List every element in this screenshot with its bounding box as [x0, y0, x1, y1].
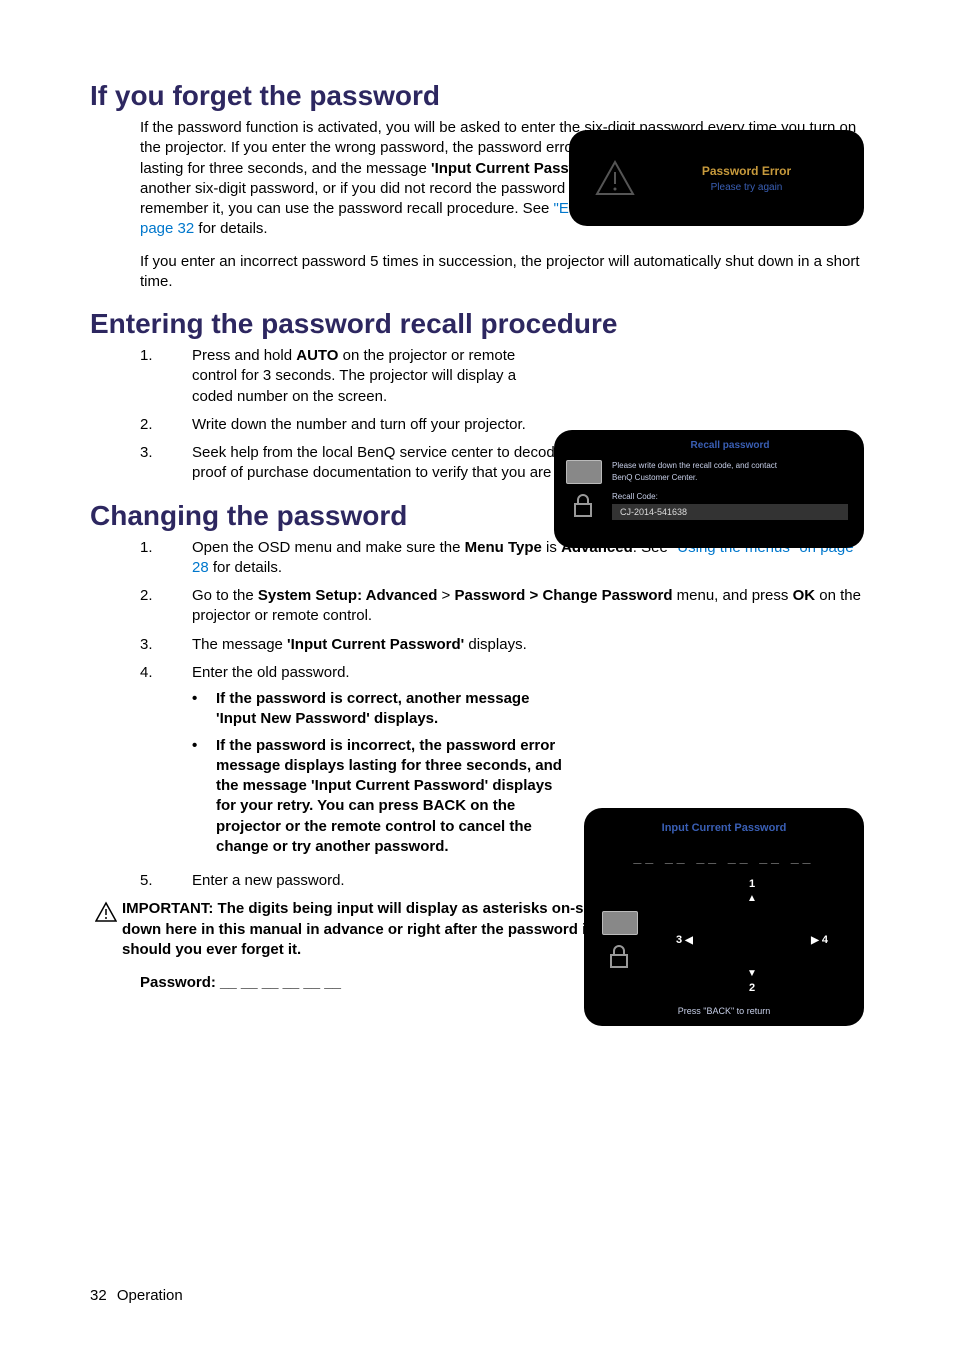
dpad-left: 3◀ [676, 934, 693, 946]
digit: 1 [749, 878, 755, 890]
back-instruction: Press "BACK" to return [602, 1006, 846, 1016]
step-number: 3. [140, 443, 192, 484]
ticket-icon [566, 460, 602, 484]
ok-label: OK [793, 587, 816, 604]
arrow-right-icon: ▶ [811, 935, 819, 946]
text: > [437, 587, 454, 604]
step-number: 1. [140, 346, 192, 407]
input-password-title: Input Current Password [602, 822, 846, 834]
footer-label: Operation [117, 1287, 183, 1304]
recall-title: Recall password [612, 440, 848, 451]
menu-type-label: Menu Type [465, 539, 542, 556]
password-path-label: Password > Change Password [454, 587, 672, 604]
error-title: Password Error [655, 164, 838, 178]
text: for details. [194, 220, 267, 237]
step-number: 5. [140, 871, 192, 891]
recall-password-panel: Recall password Please write down the re… [554, 430, 864, 548]
text: menu, and press [672, 587, 792, 604]
text: Go to the [192, 587, 258, 604]
dpad-right: ▶4 [811, 934, 828, 946]
error-subtitle: Please try again [655, 182, 838, 193]
step-number: 2. [140, 415, 192, 435]
ticket-icon [602, 911, 638, 935]
digit: 2 [749, 982, 755, 994]
dpad-up: 1▲ [747, 878, 757, 904]
text: If the password is incorrect, the passwo… [216, 736, 564, 858]
password-error-panel: Password Error Please try again [569, 130, 864, 226]
text: The message [192, 636, 287, 653]
bullet-icon: • [192, 689, 216, 730]
text: Press and hold [192, 347, 296, 364]
bullet-item: •If the password is incorrect, the passw… [192, 736, 564, 858]
step-number: 1. [140, 538, 192, 579]
page-footer: 32 Operation [90, 1287, 183, 1304]
system-setup-label: System Setup: Advanced [258, 587, 438, 604]
step-number: 4. [140, 663, 192, 863]
forget-password-paragraph-2: If you enter an incorrect password 5 tim… [140, 252, 864, 293]
recall-code-value: CJ-2014-541638 [612, 504, 848, 520]
recall-line2: BenQ Customer Center. [612, 473, 848, 482]
heading-forget-password: If you forget the password [90, 80, 864, 112]
arrow-down-icon: ▼ [747, 968, 757, 979]
text: Open the OSD menu and make sure the [192, 539, 465, 556]
caution-triangle-icon [90, 899, 122, 923]
list-item: 3. The message 'Input Current Password' … [140, 635, 864, 655]
list-item: 1. Press and hold AUTO on the projector … [140, 346, 864, 407]
arrow-left-icon: ◀ [685, 935, 693, 946]
recall-code-label: Recall Code: [612, 492, 848, 501]
recall-line1: Please write down the recall code, and c… [612, 461, 848, 470]
arrow-up-icon: ▲ [747, 893, 757, 904]
bullet-item: •If the password is correct, another mes… [192, 689, 564, 730]
step-number: 2. [140, 586, 192, 627]
list-item: 2. Go to the System Setup: Advanced > Pa… [140, 586, 864, 627]
lock-icon [570, 492, 596, 518]
lock-icon [606, 943, 632, 969]
direction-pad: 1▲ 2▼ 3◀ ▶4 [658, 878, 846, 1002]
password-dashes: __ __ __ __ __ __ [602, 848, 846, 864]
step-number: 3. [140, 635, 192, 655]
dpad-down: 2▼ [747, 968, 757, 994]
warning-triangle-icon [595, 158, 635, 198]
digit: 4 [822, 934, 828, 946]
sub-bullet-list: •If the password is correct, another mes… [192, 689, 564, 857]
heading-recall-procedure: Entering the password recall procedure [90, 308, 864, 340]
text: Enter the old password. [192, 664, 350, 681]
text: displays. [464, 636, 527, 653]
text: for details. [209, 559, 282, 576]
digit: 3 [676, 934, 682, 946]
auto-label: AUTO [296, 347, 338, 364]
input-password-panel: Input Current Password __ __ __ __ __ __… [584, 808, 864, 1026]
bullet-icon: • [192, 736, 216, 858]
page-number: 32 [90, 1287, 107, 1304]
input-current-password-label: 'Input Current Password' [287, 636, 464, 653]
text: If the password is correct, another mess… [216, 689, 564, 730]
